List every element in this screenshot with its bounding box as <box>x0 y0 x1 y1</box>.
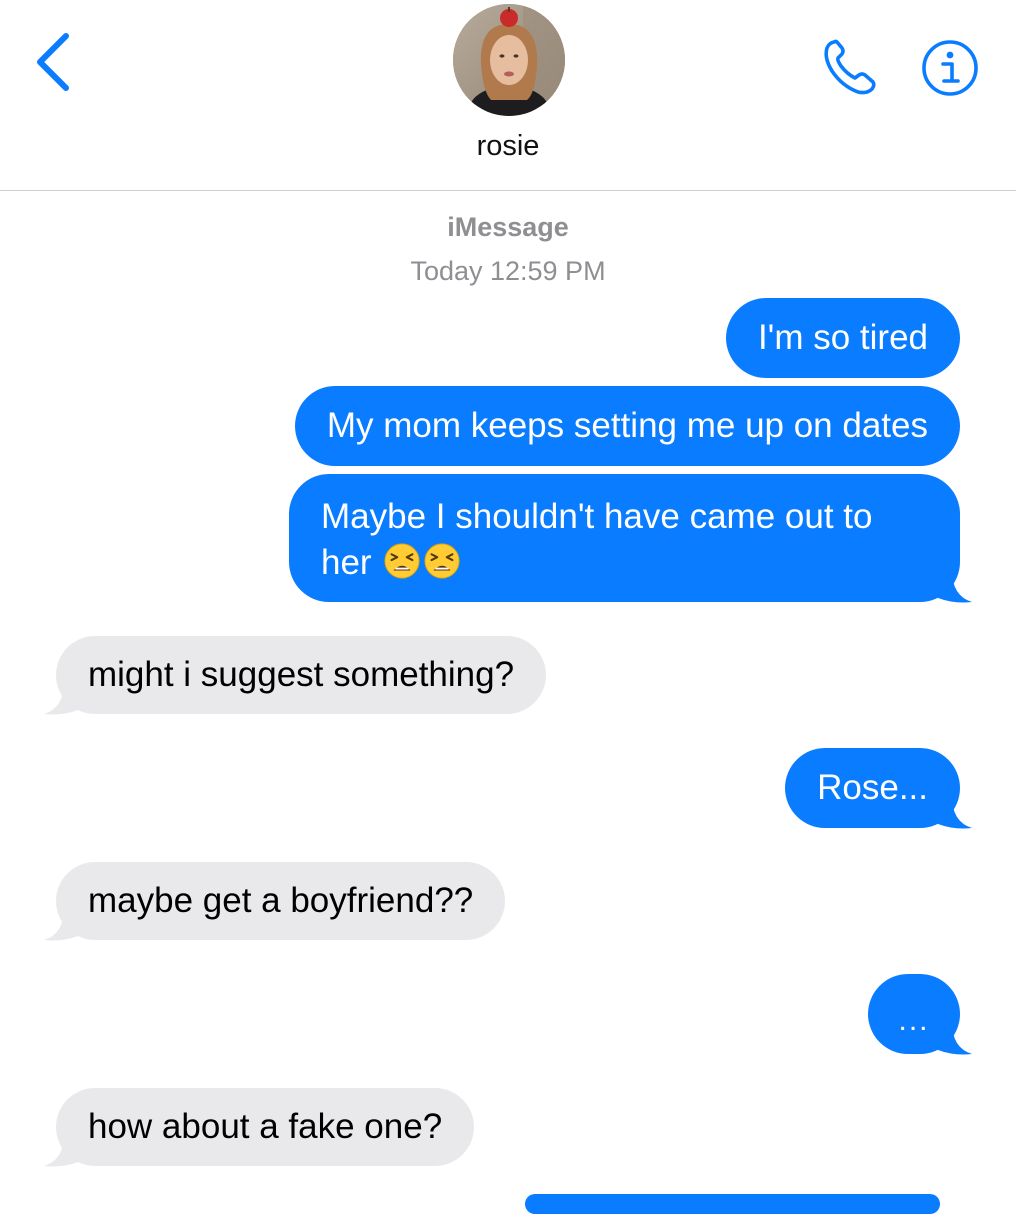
service-label: iMessage <box>447 212 569 242</box>
received-bubble-tail <box>44 682 82 715</box>
tired-face-emoji <box>424 543 460 579</box>
received-message-bubble[interactable]: might i suggest something? <box>56 636 547 714</box>
message-text: My mom keeps setting me up on dates <box>326 406 928 445</box>
received-message-bubble[interactable]: maybe get a boyfriend?? <box>56 862 506 940</box>
thread-timestamp: Today 12:59 PM <box>410 256 606 286</box>
message-text: might i suggest something? <box>88 655 515 694</box>
message-text: maybe get a boyfriend?? <box>88 881 474 920</box>
sent-message-bubble[interactable]: My mom keeps setting me up on dates <box>294 386 960 466</box>
back-button[interactable] <box>30 30 80 94</box>
sent-message-bubble[interactable]: I'm so tired <box>725 298 960 378</box>
avatar-photo <box>453 4 565 116</box>
call-button[interactable] <box>820 36 882 98</box>
info-icon <box>922 40 978 96</box>
sent-bubble-tail <box>934 1022 972 1055</box>
sent-bubble-tail <box>934 570 972 603</box>
received-bubble-tail <box>44 908 82 941</box>
received-message-bubble[interactable]: how about a fake one? <box>56 1088 475 1166</box>
phone-icon <box>824 39 876 95</box>
tired-face-emoji <box>384 543 420 579</box>
sent-bubble-tail <box>934 796 972 829</box>
chevron-left-icon <box>37 33 69 91</box>
message-text: how about a fake one? <box>88 1107 443 1146</box>
conversation-header: rosie <box>0 0 1016 191</box>
sent-message-bubble[interactable]: Maybe I shouldn't have came out to her <box>289 474 960 602</box>
next-message-bubble-peek <box>525 1194 940 1214</box>
message-text: ... <box>898 1004 930 1037</box>
received-bubble-tail <box>44 1134 82 1167</box>
message-text: Rose... <box>817 768 928 807</box>
contact-name[interactable]: rosie <box>0 130 1016 163</box>
message-text: I'm so tired <box>757 318 928 357</box>
avatar[interactable] <box>453 4 565 116</box>
info-button[interactable] <box>920 38 980 98</box>
